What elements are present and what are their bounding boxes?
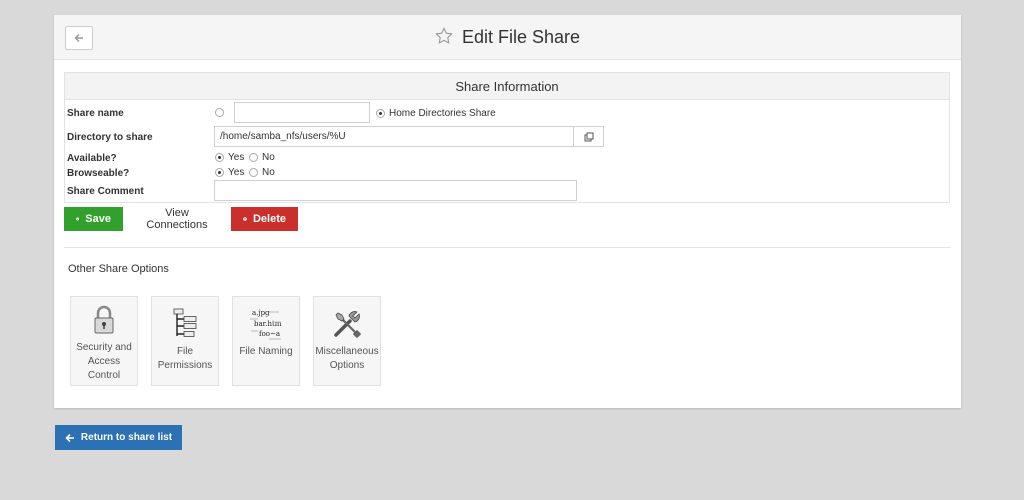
tools-icon — [334, 311, 361, 338]
arrow-left-icon — [65, 433, 74, 442]
tile-label: Security and Access Control — [76, 342, 132, 381]
directory-label: Directory to share — [67, 132, 153, 143]
tile-file-naming[interactable]: a.jpg bar.htm foo~a File Naming — [232, 296, 300, 386]
star-outline-icon[interactable] — [435, 26, 453, 45]
home-directories-label: Home Directories Share — [389, 108, 496, 119]
tile-security-access-control[interactable]: Security and Access Control — [70, 296, 138, 386]
browseable-yes-option[interactable]: Yes — [215, 167, 244, 178]
action-buttons: Save View Connections Delete — [64, 207, 298, 231]
save-button[interactable]: Save — [64, 207, 123, 231]
file-chooser-button[interactable] — [574, 126, 604, 147]
tile-label: Miscellaneous Options — [315, 346, 379, 371]
available-no-radio[interactable] — [249, 153, 258, 162]
browseable-no-option[interactable]: No — [249, 167, 275, 178]
share-comment-input[interactable] — [214, 180, 577, 201]
tile-label: File Naming — [239, 346, 293, 357]
form-table-title: Share Information — [65, 73, 949, 100]
other-options-tiles: Security and Access Control File Permiss… — [70, 296, 381, 386]
padlock-icon — [94, 305, 114, 334]
tile-file-permissions[interactable]: File Permissions — [151, 296, 219, 386]
file-naming-text-2: bar.htm — [254, 320, 282, 328]
save-label: Save — [85, 213, 111, 225]
delete-label: Delete — [252, 213, 286, 225]
browseable-no-label: No — [262, 167, 275, 178]
view-connections-label: View Connections — [146, 207, 208, 231]
available-yes-option[interactable]: Yes — [215, 152, 244, 163]
home-directories-option[interactable]: Home Directories Share — [376, 108, 496, 119]
close-circle-icon — [243, 217, 247, 221]
available-label: Available? — [67, 153, 117, 164]
browseable-yes-radio[interactable] — [215, 168, 224, 177]
available-yes-label: Yes — [228, 152, 245, 163]
tile-label: File Permissions — [157, 346, 213, 371]
title-wrap: Edit File Share — [54, 26, 961, 48]
return-label: Return to share list — [80, 432, 173, 443]
file-tree-icon — [173, 308, 197, 337]
share-name-input[interactable] — [234, 102, 370, 123]
view-connections-button[interactable]: View Connections — [123, 207, 231, 231]
share-name-label: Share name — [67, 108, 124, 119]
available-no-option[interactable]: No — [249, 152, 275, 163]
panel-header: Edit File Share — [54, 15, 961, 60]
edit-file-share-panel: Edit File Share Share Information Share … — [54, 15, 961, 408]
page-title: Edit File Share — [462, 27, 581, 47]
file-naming-icon: a.jpg bar.htm foo~a — [250, 309, 282, 340]
other-share-options-title: Other Share Options — [68, 263, 169, 275]
share-comment-label: Share Comment — [67, 186, 144, 197]
share-name-radio[interactable] — [215, 108, 224, 117]
share-information-table: Share Information Share name Home Direct… — [64, 72, 950, 203]
home-directories-radio[interactable] — [376, 109, 385, 118]
available-no-label: No — [262, 152, 275, 163]
browseable-yes-label: Yes — [228, 167, 245, 178]
directory-input[interactable] — [214, 126, 574, 147]
delete-button[interactable]: Delete — [231, 207, 298, 231]
file-naming-text-1: a.jpg — [252, 309, 270, 317]
file-chooser-icon — [584, 132, 593, 141]
tile-miscellaneous-options[interactable]: Miscellaneous Options — [313, 296, 381, 386]
divider — [64, 247, 951, 248]
browseable-no-radio[interactable] — [249, 168, 258, 177]
file-naming-text-3: foo~a — [259, 330, 280, 338]
check-circle-icon — [76, 217, 80, 221]
browseable-label: Browseable? — [67, 168, 130, 179]
return-to-share-list-button[interactable]: Return to share list — [55, 425, 182, 450]
available-yes-radio[interactable] — [215, 153, 224, 162]
